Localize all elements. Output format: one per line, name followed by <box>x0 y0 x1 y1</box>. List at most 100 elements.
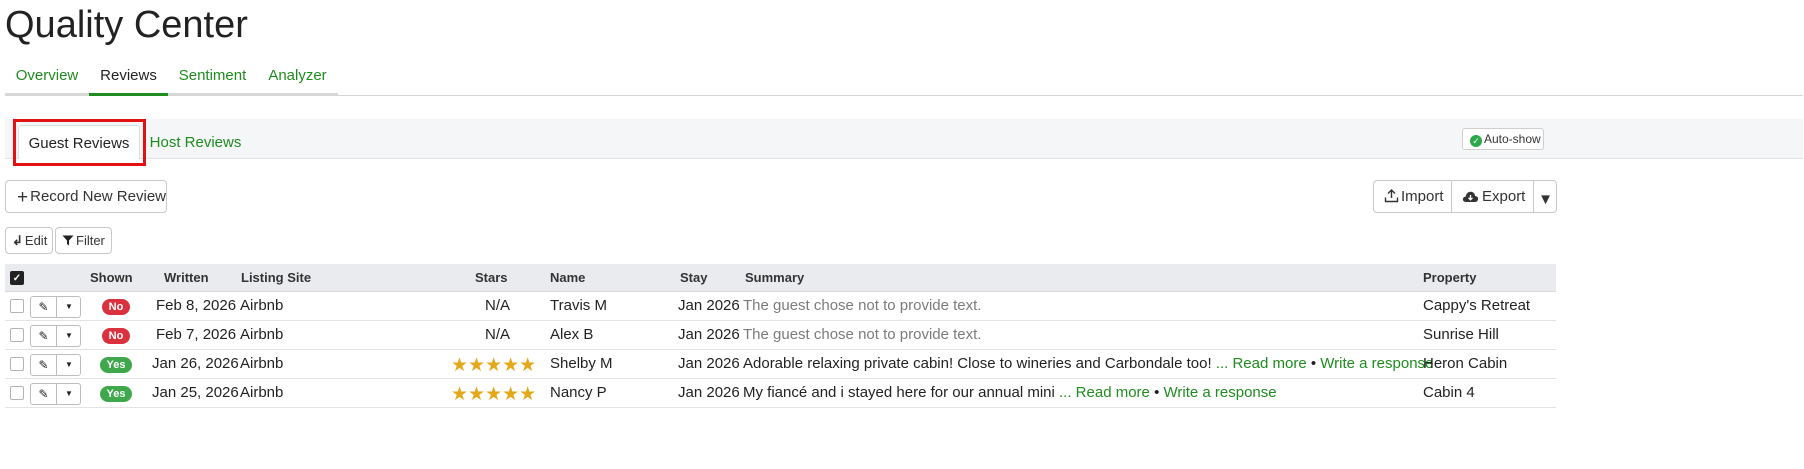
row-checkbox[interactable] <box>10 328 24 342</box>
caret-down-icon[interactable]: ▼ <box>57 384 81 404</box>
pencil-icon[interactable]: ✎ <box>31 326 57 346</box>
row-checkbox[interactable] <box>10 386 24 400</box>
table-row: ✎ ▼ No Feb 8, 2026 Airbnb N/A Travis M J… <box>5 292 1556 321</box>
cloud-download-icon <box>1462 191 1479 202</box>
stars-value: N/A <box>485 297 511 314</box>
table-header: ✓ Shown Written Listing Site Stars Name … <box>5 264 1556 292</box>
tab-host-reviews[interactable]: Host Reviews <box>142 125 249 159</box>
export-options-dropdown[interactable]: ▼ <box>1534 181 1557 212</box>
edit-button[interactable]: ↲ Edit <box>5 227 53 254</box>
stay-date: Jan 2026 <box>678 326 740 343</box>
guest-name: Shelby M <box>550 355 613 372</box>
separator: • <box>1154 384 1160 401</box>
column-header-summary[interactable]: Summary <box>745 270 804 285</box>
check-circle-icon: ✓ <box>1470 135 1482 147</box>
summary-text: Adorable relaxing private cabin! Close t… <box>743 355 1212 372</box>
row-actions: ✎ ▼ <box>30 383 81 405</box>
tab-sentiment[interactable]: Sentiment <box>168 60 257 96</box>
summary-cell: My fiancé and i stayed here for our annu… <box>743 384 1277 401</box>
guest-name: Travis M <box>550 297 607 314</box>
table-row: ✎ ▼ Yes Jan 26, 2026 Airbnb ★★★★★ Shelby… <box>5 350 1556 379</box>
column-header-written[interactable]: Written <box>164 270 209 285</box>
tab-guest-reviews[interactable]: Guest Reviews <box>18 125 140 159</box>
reviews-table: ✓ Shown Written Listing Site Stars Name … <box>5 264 1556 408</box>
guest-name: Nancy P <box>550 384 607 401</box>
quality-center-page: Quality Center Overview Reviews Sentimen… <box>0 0 1804 469</box>
main-tabs: Overview Reviews Sentiment Analyzer <box>5 60 1803 96</box>
star-rating-icon: ★★★★★ <box>451 384 537 405</box>
summary-text: The guest chose not to provide text. <box>743 297 982 314</box>
auto-show-toggle[interactable]: ✓ Auto-show <box>1462 128 1544 150</box>
row-checkbox[interactable] <box>10 357 24 371</box>
stay-date: Jan 2026 <box>678 297 740 314</box>
edit-label: Edit <box>24 233 48 248</box>
row-actions: ✎ ▼ <box>30 354 81 376</box>
column-header-listing-site[interactable]: Listing Site <box>241 270 311 285</box>
table-row: ✎ ▼ No Feb 7, 2026 Airbnb N/A Alex B Jan… <box>5 321 1556 350</box>
column-header-stars[interactable]: Stars <box>475 270 508 285</box>
export-button[interactable]: Export <box>1452 181 1534 212</box>
written-date: Feb 8, 2026 <box>156 297 237 314</box>
property-name: Cabin 4 <box>1423 384 1475 401</box>
row-checkbox[interactable] <box>10 299 24 313</box>
property-name: Cappy's Retreat <box>1423 297 1531 314</box>
guest-name: Alex B <box>550 326 594 343</box>
row-actions: ✎ ▼ <box>30 296 81 318</box>
caret-down-icon[interactable]: ▼ <box>57 355 81 375</box>
tab-reviews[interactable]: Reviews <box>89 60 168 96</box>
write-response-link[interactable]: Write a response <box>1164 384 1277 401</box>
column-header-stay[interactable]: Stay <box>680 270 707 285</box>
shown-badge[interactable]: Yes <box>100 357 132 373</box>
caret-down-icon[interactable]: ▼ <box>57 326 81 346</box>
auto-show-label: Auto-show <box>1484 132 1541 146</box>
stay-date: Jan 2026 <box>678 355 740 372</box>
listing-site: Airbnb <box>240 355 284 372</box>
property-name: Heron Cabin <box>1423 355 1508 372</box>
import-label: Import <box>1401 188 1444 205</box>
pencil-icon[interactable]: ✎ <box>31 384 57 404</box>
record-new-review-button[interactable]: + Record New Review <box>5 180 167 213</box>
written-date: Jan 25, 2026 <box>152 384 239 401</box>
property-name: Sunrise Hill <box>1423 326 1499 343</box>
upload-icon <box>1384 189 1399 203</box>
stay-date: Jan 2026 <box>678 384 740 401</box>
import-button[interactable]: Import <box>1374 181 1452 212</box>
row-actions: ✎ ▼ <box>30 325 81 347</box>
listing-site: Airbnb <box>240 384 284 401</box>
filter-button[interactable]: Filter <box>55 227 112 254</box>
written-date: Jan 26, 2026 <box>152 355 239 372</box>
select-all-checkbox[interactable]: ✓ <box>10 271 24 285</box>
tab-overview[interactable]: Overview <box>5 60 89 96</box>
star-rating-icon: ★★★★★ <box>451 355 537 376</box>
page-title: Quality Center <box>5 4 248 46</box>
column-header-property[interactable]: Property <box>1423 270 1476 285</box>
shown-badge[interactable]: No <box>102 299 130 315</box>
separator: • <box>1310 355 1317 372</box>
table-row: ✎ ▼ Yes Jan 25, 2026 Airbnb ★★★★★ Nancy … <box>5 379 1556 408</box>
filter-icon <box>62 235 74 246</box>
column-header-shown[interactable]: Shown <box>90 270 133 285</box>
listing-site: Airbnb <box>240 297 284 314</box>
listing-site: Airbnb <box>240 326 284 343</box>
import-export-group: Import Export ▼ <box>1373 180 1557 213</box>
caret-down-icon[interactable]: ▼ <box>57 297 81 317</box>
write-response-link[interactable]: Write a response <box>1320 355 1433 372</box>
summary-cell: Adorable relaxing private cabin! Close t… <box>743 355 1433 372</box>
stars-value: N/A <box>485 326 511 343</box>
read-more-link[interactable]: ... Read more <box>1216 355 1307 372</box>
written-date: Feb 7, 2026 <box>156 326 237 343</box>
filter-label: Filter <box>76 233 105 248</box>
caret-down-icon: ▼ <box>1538 191 1553 208</box>
summary-text: My fiancé and i stayed here for our annu… <box>743 384 1055 401</box>
column-header-name[interactable]: Name <box>550 270 585 285</box>
pencil-icon[interactable]: ✎ <box>31 355 57 375</box>
pencil-icon[interactable]: ✎ <box>31 297 57 317</box>
export-label: Export <box>1482 188 1526 205</box>
shown-badge[interactable]: Yes <box>100 386 132 402</box>
record-label: Record New Review <box>30 188 166 205</box>
summary-text: The guest chose not to provide text. <box>743 326 982 343</box>
plus-icon: + <box>17 187 29 208</box>
tab-analyzer[interactable]: Analyzer <box>257 60 338 96</box>
read-more-link[interactable]: ... Read more <box>1059 384 1150 401</box>
shown-badge[interactable]: No <box>102 328 130 344</box>
